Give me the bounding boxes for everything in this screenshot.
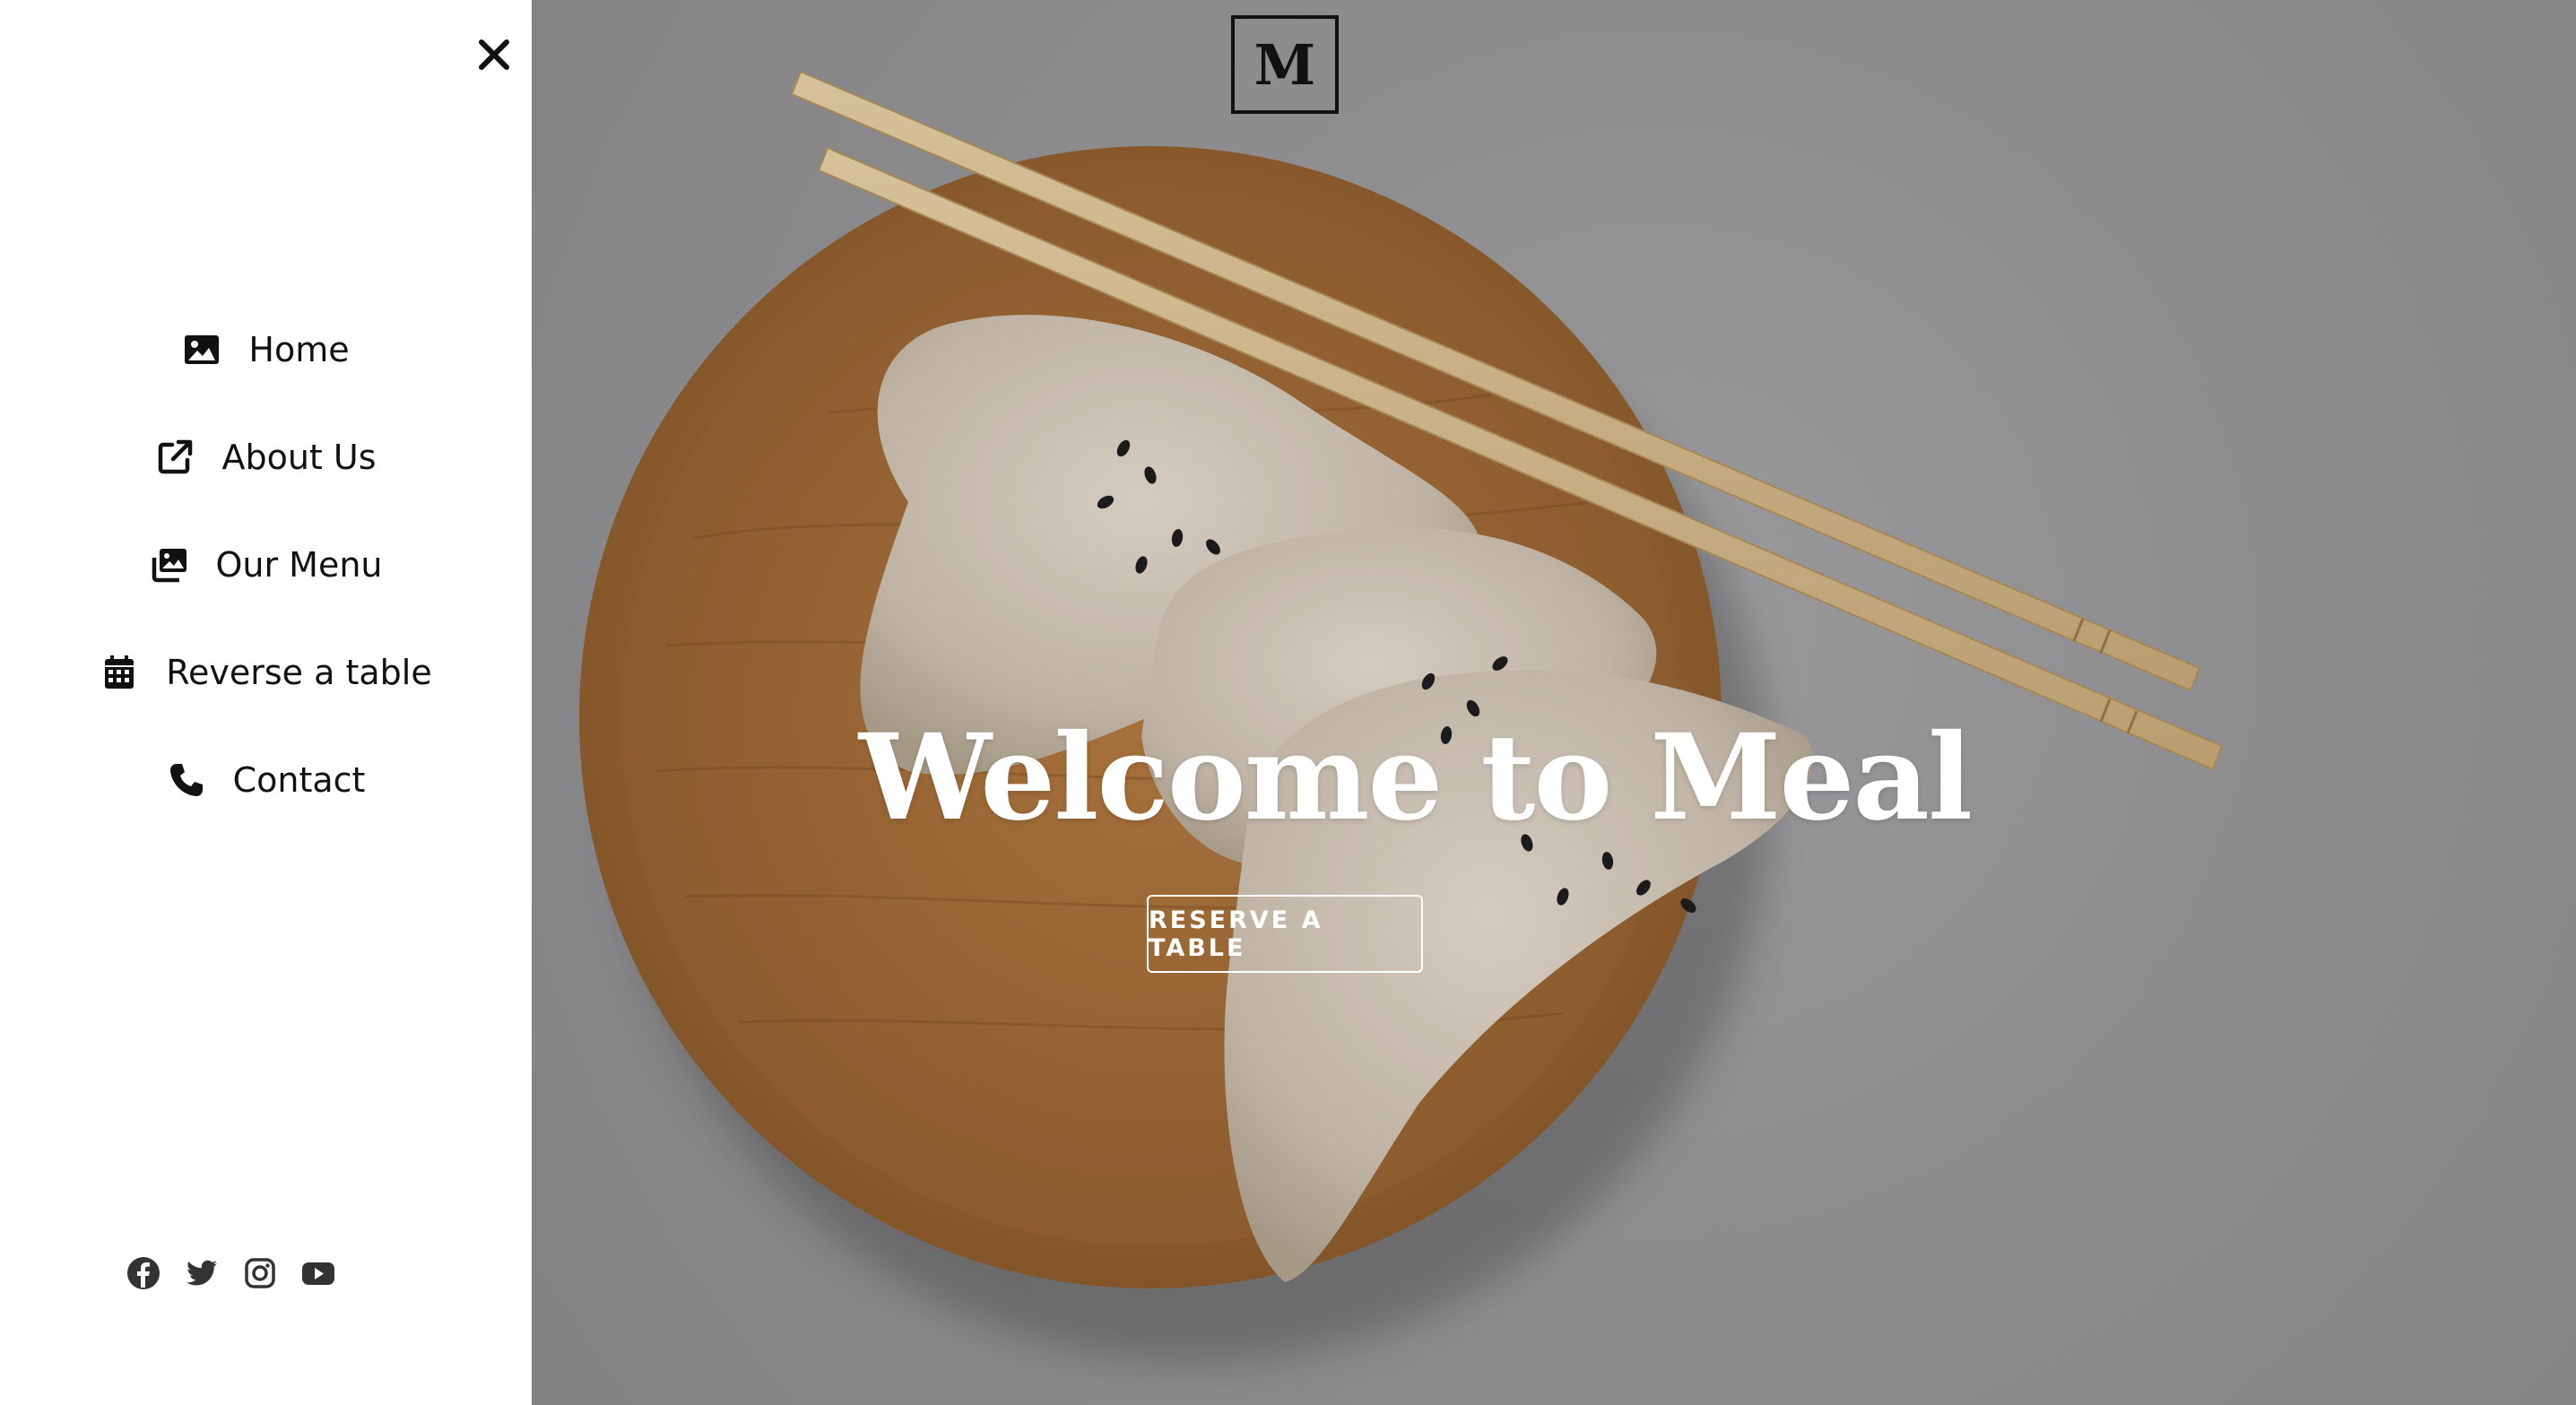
social-links [126, 1255, 359, 1291]
calendar-icon [100, 653, 139, 692]
phone-icon [167, 760, 206, 800]
nav-label-about-us: About Us [221, 438, 377, 477]
site-logo[interactable]: M [1231, 15, 1339, 114]
hero-title: Welcome to Meal [858, 708, 1973, 847]
hero-section [532, 0, 2576, 1405]
instagram-icon[interactable] [242, 1255, 278, 1291]
facebook-icon[interactable] [126, 1255, 161, 1291]
reserve-table-button[interactable]: RESERVE A TABLE [1147, 895, 1423, 973]
close-icon[interactable] [475, 36, 513, 74]
external-link-icon [155, 438, 195, 477]
twitter-icon[interactable] [184, 1255, 220, 1291]
nav-label-home: Home [248, 330, 350, 369]
image-icon [182, 330, 221, 369]
nav-label-contact: Contact [232, 760, 366, 800]
youtube-icon[interactable] [300, 1255, 336, 1291]
nav-label-reserve-table: Reverse a table [166, 653, 432, 692]
nav-item-about-us[interactable]: About Us [0, 403, 532, 511]
nav-item-our-menu[interactable]: Our Menu [0, 511, 532, 619]
nav-item-home[interactable]: Home [0, 296, 532, 403]
hero-dim-overlay [532, 0, 2576, 1405]
nav-label-our-menu: Our Menu [215, 545, 383, 585]
photos-icon [149, 545, 188, 585]
side-navigation-panel: Home About Us Our Menu Reverse a table C… [0, 0, 532, 1405]
